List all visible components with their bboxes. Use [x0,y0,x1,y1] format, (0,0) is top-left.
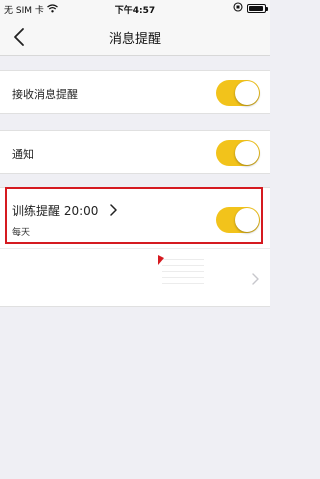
chevron-left-icon [14,28,24,46]
notification-label: 通知 [12,148,34,161]
receive-messages-row: 接收消息提醒 [0,70,270,114]
placeholder-lines [162,259,204,291]
highlight-frame [5,187,263,244]
receive-messages-label: 接收消息提醒 [12,88,78,101]
row-divider [0,248,270,249]
pointer-mark-icon [158,250,164,269]
notification-toggle[interactable] [216,140,260,166]
status-time: 下午4:57 [114,6,156,16]
orientation-lock-icon [233,2,243,15]
notification-row: 通知 [0,130,270,174]
battery-level [249,6,263,11]
status-bar: 无 SIM 卡 下午4:57 [0,0,270,18]
navigation-bar: 消息提醒 [0,18,270,56]
toggle-knob [235,81,259,105]
receive-messages-toggle[interactable] [216,80,260,106]
chevron-right-icon[interactable] [251,273,259,285]
back-button[interactable] [8,25,32,49]
page-title: 消息提醒 [108,32,161,47]
battery-icon [247,4,268,13]
toggle-knob [235,141,259,165]
